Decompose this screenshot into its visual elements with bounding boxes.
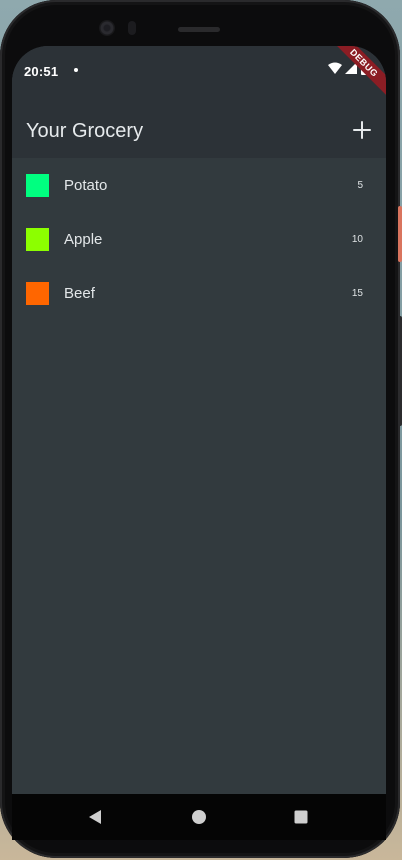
plus-icon[interactable] bbox=[348, 116, 376, 144]
proximity-sensor bbox=[128, 21, 136, 35]
circle-home-icon[interactable] bbox=[190, 808, 208, 826]
color-swatch bbox=[26, 282, 49, 305]
volume-button[interactable] bbox=[398, 316, 402, 426]
list-item[interactable]: Beef 15 bbox=[12, 266, 386, 320]
app-screen: 20:51 DEBUG Your Grocery Potato 5 Apple … bbox=[12, 46, 386, 830]
status-bar: 20:51 DEBUG bbox=[12, 46, 386, 104]
grocery-list: Potato 5 Apple 10 Beef 15 bbox=[12, 158, 386, 320]
item-name: Beef bbox=[64, 285, 95, 302]
item-quantity: 10 bbox=[351, 234, 363, 245]
notification-dot-icon bbox=[74, 68, 78, 72]
earpiece-speaker bbox=[178, 27, 220, 32]
front-camera bbox=[99, 20, 115, 36]
item-name: Potato bbox=[64, 177, 108, 194]
list-item[interactable]: Potato 5 bbox=[12, 158, 386, 212]
power-button[interactable] bbox=[398, 206, 402, 262]
item-quantity: 15 bbox=[351, 288, 363, 299]
color-swatch bbox=[26, 174, 49, 197]
square-recents-icon[interactable] bbox=[292, 808, 310, 826]
status-time: 20:51 bbox=[24, 64, 59, 79]
page-title: Your Grocery bbox=[26, 120, 144, 142]
item-quantity: 5 bbox=[357, 180, 363, 191]
app-bar: Your Grocery bbox=[12, 96, 386, 158]
system-nav-bar bbox=[12, 794, 386, 840]
item-name: Apple bbox=[64, 231, 103, 248]
wifi-icon bbox=[328, 62, 342, 74]
phone-frame: 20:51 DEBUG Your Grocery Potato 5 Apple … bbox=[0, 0, 402, 858]
color-swatch bbox=[26, 228, 49, 251]
triangle-back-icon[interactable] bbox=[86, 808, 104, 826]
list-item[interactable]: Apple 10 bbox=[12, 212, 386, 266]
